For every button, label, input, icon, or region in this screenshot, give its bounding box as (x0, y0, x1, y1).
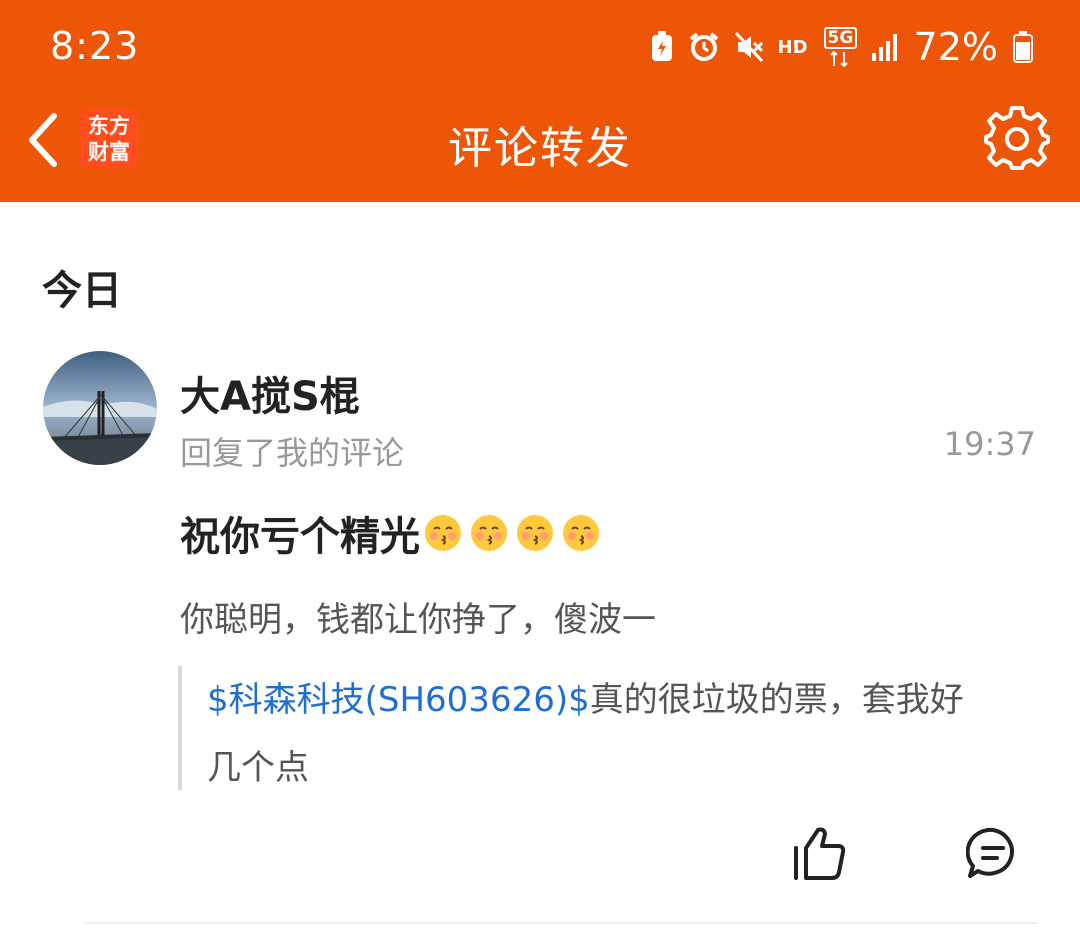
emoji-group (424, 514, 600, 552)
reply-content: 祝你亏个精光 (180, 504, 600, 562)
quote-text-line1: 真的很垃圾的票，套我好 (589, 680, 964, 720)
mute-icon (734, 31, 763, 63)
quoted-post[interactable]: $科森科技(SH603626)$真的很垃圾的票，套我好 几个点 (178, 666, 1028, 790)
divider (84, 922, 1038, 924)
username[interactable]: 大A搅S棍 (180, 364, 360, 422)
comment-bubble-icon[interactable] (966, 826, 1020, 880)
status-icons: HD 5G 72% (650, 22, 1034, 72)
battery-percent: 72% (913, 25, 998, 69)
thumbs-up-icon[interactable] (790, 824, 848, 882)
notification-action: 回复了我的评论 (180, 434, 405, 472)
5g-icon: 5G (822, 27, 858, 67)
status-time: 8:23 (50, 24, 140, 68)
page-title: 评论转发 (448, 123, 632, 174)
quote-text-line2: 几个点 (207, 748, 309, 788)
kissing-face-emoji-icon (425, 515, 461, 551)
top-bar: 8:23 HD 5G 72% 东方 财富 评论转发 (0, 0, 1080, 202)
battery-saver-icon (651, 31, 672, 61)
kissing-face-emoji-icon (517, 515, 553, 551)
kissing-face-emoji-icon (471, 515, 507, 551)
alarm-icon (689, 32, 718, 61)
gear-icon[interactable] (984, 104, 1050, 170)
bridge-photo-avatar (43, 351, 157, 465)
battery-icon (1013, 31, 1033, 63)
section-title: 今日 (42, 268, 122, 314)
stock-link[interactable]: $科森科技(SH603626)$ (207, 680, 590, 720)
hd-icon: HD (777, 36, 808, 58)
timestamp: 19:37 (943, 425, 1036, 463)
avatar[interactable] (43, 351, 157, 465)
reply-text: 祝你亏个精光 (180, 514, 420, 560)
signal-icon (871, 34, 897, 61)
my-comment[interactable]: 你聪明，钱都让你挣了，傻波一 (180, 592, 656, 641)
kissing-face-emoji-icon (563, 515, 599, 551)
